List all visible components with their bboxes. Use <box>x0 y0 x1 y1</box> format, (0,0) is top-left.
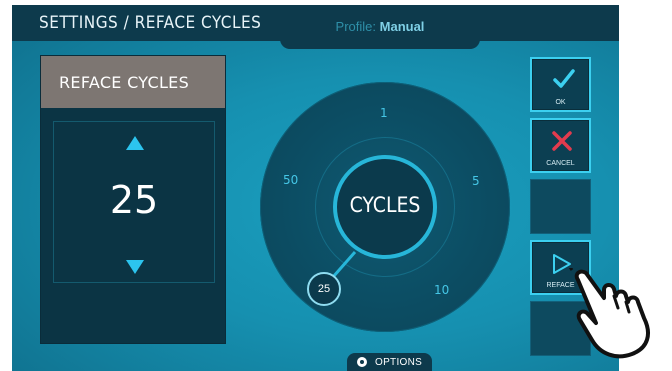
cycles-stepper: 25 <box>53 121 215 283</box>
panel-title: REFACE CYCLES <box>59 73 190 92</box>
ok-button[interactable]: OK <box>530 57 591 112</box>
pointing-hand-icon <box>568 268 650 359</box>
dial-tick-50[interactable]: 50 <box>283 173 298 187</box>
dial-center-label: CYCLES <box>349 193 421 217</box>
dial-tick-5[interactable]: 5 <box>472 174 480 188</box>
reface-cycles-panel: REFACE CYCLES 25 <box>40 55 226 344</box>
cancel-label: CANCEL <box>546 160 575 167</box>
cycles-dial[interactable]: CYCLES 1 5 10 50 25 <box>260 82 510 332</box>
ok-label: OK <box>555 99 566 106</box>
profile-value: Manual <box>379 19 425 34</box>
down-arrow-icon[interactable] <box>126 260 144 274</box>
dial-marker-value: 25 <box>317 283 331 295</box>
dial-marker[interactable]: 25 <box>307 272 341 306</box>
dial-center: CYCLES <box>333 155 437 259</box>
options-label: OPTIONS <box>375 357 423 368</box>
page-title: SETTINGS / REFACE CYCLES <box>39 13 262 33</box>
settings-screen: SETTINGS / REFACE CYCLES Profile: Manual… <box>12 5 619 371</box>
panel-header: REFACE CYCLES <box>41 56 225 108</box>
gear-icon <box>357 357 367 367</box>
up-arrow-icon[interactable] <box>126 136 144 150</box>
dial-tick-10[interactable]: 10 <box>434 283 449 297</box>
dial-tick-1[interactable]: 1 <box>380 106 388 120</box>
cycles-value: 25 <box>109 178 159 222</box>
x-icon <box>552 131 572 151</box>
profile-label: Profile: <box>335 19 377 34</box>
cancel-button[interactable]: CANCEL <box>530 118 591 173</box>
empty-slot-1 <box>530 179 591 234</box>
profile-indicator: Profile: Manual <box>280 19 480 34</box>
profile-tab: Profile: Manual <box>280 5 480 49</box>
options-button[interactable]: OPTIONS <box>347 353 432 371</box>
check-icon <box>553 69 575 88</box>
